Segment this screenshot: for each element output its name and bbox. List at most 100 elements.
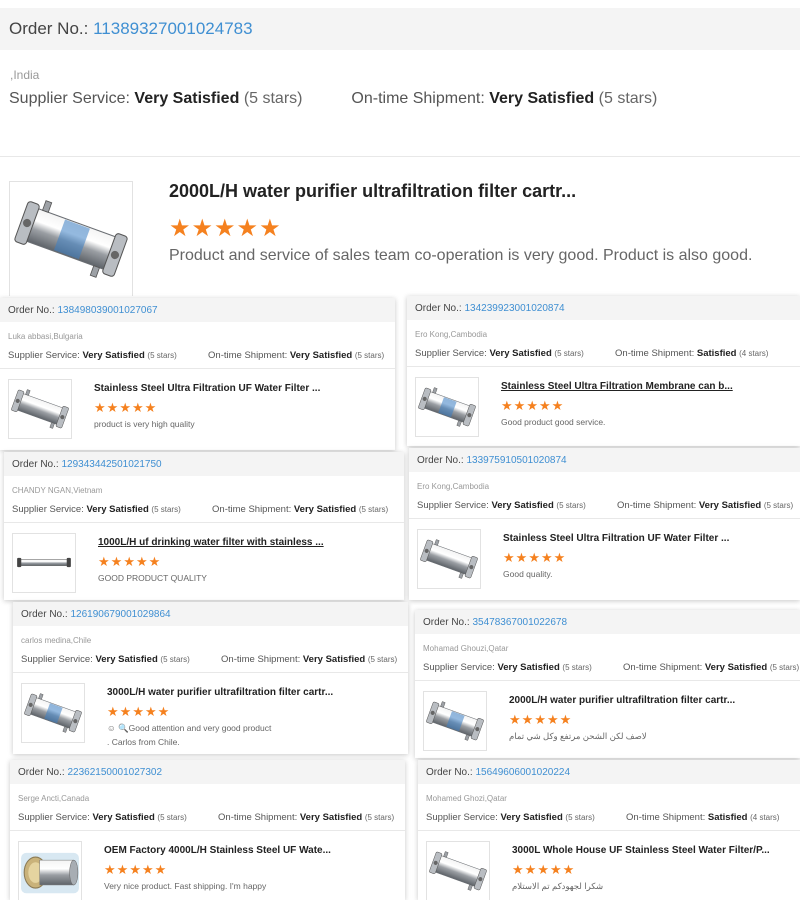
order-no-link[interactable]: 133975910501020874: [466, 455, 566, 466]
product-thumbnail[interactable]: [415, 377, 479, 437]
ontime-shipment-rating: Very Satisfied: [293, 504, 357, 515]
star-icon: ★: [123, 554, 136, 569]
star-icon: ★: [135, 554, 149, 569]
order-no-link[interactable]: 11389327001024783: [93, 19, 252, 38]
product-thumbnail[interactable]: [12, 533, 76, 593]
product-title-link[interactable]: 3000L/H water purifier ultrafiltration f…: [107, 687, 408, 698]
product-info: 2000L/H water purifier ultrafiltration f…: [487, 691, 800, 742]
product-thumbnail[interactable]: [18, 841, 82, 900]
supplier-service-rating: Very Satisfied: [86, 504, 149, 515]
buyer-name: carlos medina,Chile: [21, 636, 92, 645]
star-icon: ★: [141, 862, 155, 877]
supplier-service-rating: Very Satisfied: [95, 654, 158, 665]
star-icon: ★: [129, 862, 142, 877]
product-title-link[interactable]: 1000L/H uf drinking water filter with st…: [98, 537, 404, 548]
ontime-shipment-rating: Very Satisfied: [289, 350, 353, 361]
star-icon: ★: [534, 712, 547, 727]
star-icon: ★: [546, 712, 560, 727]
product-thumbnail[interactable]: [21, 683, 85, 743]
review-card: Order No.: 134239923001020874 Ero Kong,C…: [407, 296, 800, 446]
star-icon: ★: [515, 550, 529, 565]
order-bar: Order No.: 15649606001020224: [418, 760, 800, 784]
order-no-link[interactable]: 134239923001020874: [464, 303, 564, 314]
service-ratings: Supplier Service: Very Satisfied (5 star…: [0, 84, 800, 128]
product-row: Stainless Steel Ultra Filtration UF Wate…: [409, 518, 800, 600]
buyer-name: Ero Kong,Cambodia: [417, 482, 490, 491]
star-rating: ★★★★★: [503, 550, 800, 566]
order-no-link[interactable]: 35478367001022678: [472, 617, 567, 628]
product-thumbnail[interactable]: [8, 379, 72, 439]
product-thumbnail[interactable]: [9, 181, 133, 296]
product-title-link[interactable]: Stainless Steel Ultra Filtration Membran…: [501, 381, 800, 392]
order-no-link[interactable]: 129343442501021750: [61, 459, 161, 470]
review-text: لاصف لكن الشحن مرتفع وكل شي تمام: [509, 731, 647, 741]
star-icon: ★: [501, 398, 514, 413]
product-thumbnail[interactable]: [417, 529, 481, 589]
service-ratings: Supplier Service: Very Satisfied (5 star…: [13, 650, 408, 672]
product-info: 3000L Whole House UF Stainless Steel Wat…: [490, 841, 800, 892]
service-ratings: Supplier Service: Very Satisfied (5 star…: [407, 344, 800, 366]
supplier-service-rating: Very Satisfied: [497, 662, 560, 673]
service-ratings: Supplier Service: Very Satisfied (5 star…: [10, 808, 405, 830]
product-thumbnail[interactable]: [426, 841, 490, 900]
star-icon: ★: [512, 862, 525, 877]
product-title-link[interactable]: OEM Factory 4000L/H Stainless Steel UF W…: [104, 845, 405, 856]
order-no-link[interactable]: 138498039001027067: [57, 305, 157, 316]
star-icon: ★: [119, 704, 133, 719]
order-no-label: Order No.:: [415, 303, 462, 314]
product-title-link[interactable]: Stainless Steel Ultra Filtration UF Wate…: [94, 383, 395, 394]
ontime-shipment-label: On-time Shipment:: [615, 348, 695, 359]
order-no-label: Order No.:: [21, 609, 68, 620]
product-title-link[interactable]: Stainless Steel Ultra Filtration UF Wate…: [503, 533, 800, 544]
order-no-label: Order No.:: [8, 305, 55, 316]
product-row: OEM Factory 4000L/H Stainless Steel UF W…: [10, 830, 405, 900]
star-icon: ★: [110, 554, 124, 569]
product-title-link[interactable]: 3000L Whole House UF Stainless Steel Wat…: [512, 845, 800, 856]
ontime-shipment-label: On-time Shipment:: [617, 500, 697, 511]
review-text: GOOD PRODUCT QUALITY: [98, 573, 207, 583]
star-icon: ★: [236, 215, 260, 242]
supplier-service-stars: (5 stars): [554, 349, 584, 358]
order-no-link[interactable]: 126190679001029864: [70, 609, 170, 620]
supplier-service-label: Supplier Service:: [415, 348, 487, 359]
order-no-label: Order No.:: [426, 767, 473, 778]
star-rating: ★★★★★: [104, 862, 405, 878]
service-ratings: Supplier Service: Very Satisfied (5 star…: [409, 496, 800, 518]
product-thumbnail[interactable]: [423, 691, 487, 751]
product-row: 2000L/H water purifier ultrafiltration f…: [415, 680, 800, 758]
order-no-link[interactable]: 15649606001020224: [475, 767, 570, 778]
star-icon: ★: [144, 400, 158, 415]
star-icon: ★: [524, 862, 538, 877]
star-icon: ★: [131, 400, 145, 415]
ontime-shipment-rating: Satisfied: [696, 348, 737, 359]
review-text: Very nice product. Fast shipping. I'm ha…: [104, 881, 267, 891]
supplier-service-stars: (5 stars): [562, 663, 592, 672]
product-title-link[interactable]: 2000L/H water purifier ultrafiltration f…: [169, 181, 800, 202]
buyer-name: Mohamad Ghouzi,Qatar: [423, 644, 509, 653]
ontime-shipment-stars: (4 stars): [750, 813, 780, 822]
order-bar: Order No.: 129343442501021750: [4, 452, 404, 476]
ontime-shipment-rating: Very Satisfied: [302, 654, 366, 665]
star-icon: ★: [538, 398, 552, 413]
star-icon: ★: [132, 704, 145, 719]
star-icon: ★: [526, 398, 539, 413]
service-ratings: Supplier Service: Very Satisfied (5 star…: [0, 346, 395, 368]
review-text-line-2: . Carlos from Chile.: [107, 737, 180, 748]
star-icon: ★: [157, 704, 171, 719]
star-icon: ★: [528, 550, 541, 565]
product-row: 3000L/H water purifier ultrafiltration f…: [13, 672, 408, 754]
review-text: ☺ 🔍Good attention and very good product: [107, 723, 272, 733]
star-icon: ★: [116, 862, 130, 877]
ontime-shipment-label: On-time Shipment:: [212, 504, 292, 515]
supplier-service-label: Supplier Service:: [426, 812, 498, 823]
star-icon: ★: [537, 862, 550, 877]
order-bar: Order No.: 133975910501020874: [409, 448, 800, 472]
product-info: Stainless Steel Ultra Filtration UF Wate…: [72, 379, 395, 430]
ontime-shipment-rating: Very Satisfied: [299, 812, 363, 823]
order-no-label: Order No.:: [9, 19, 89, 38]
ontime-shipment-rating: Very Satisfied: [704, 662, 768, 673]
star-rating: ★★★★★: [169, 214, 800, 243]
order-no-link[interactable]: 22362150001027302: [67, 767, 162, 778]
product-title-link[interactable]: 2000L/H water purifier ultrafiltration f…: [509, 695, 800, 706]
review-text: Good product good service.: [501, 417, 606, 427]
